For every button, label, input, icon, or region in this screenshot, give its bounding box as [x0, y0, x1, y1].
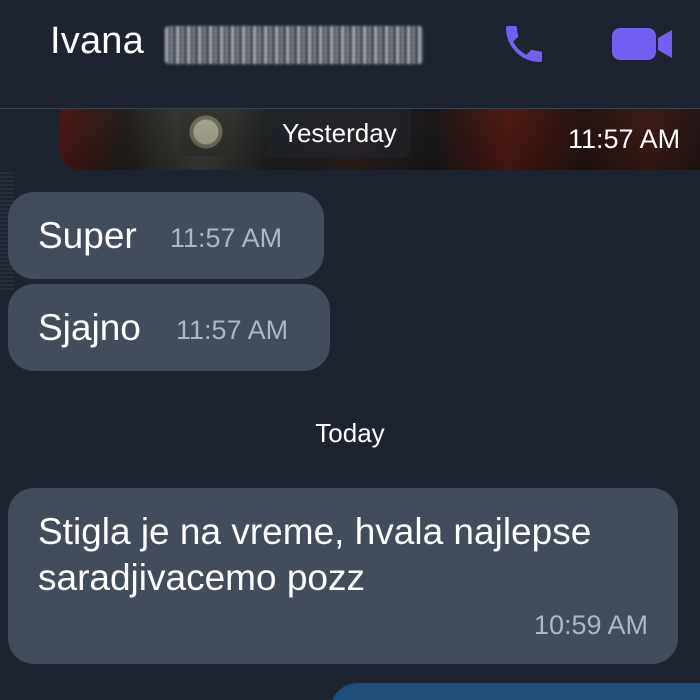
phone-icon[interactable]	[500, 20, 548, 68]
date-separator-yesterday: Yesterday	[268, 108, 411, 158]
chat-header: Ivana	[0, 0, 700, 109]
redacted-contact-surname	[165, 26, 423, 64]
image-timestamp: 11:57 AM	[568, 124, 681, 154]
incoming-message[interactable]: Super 11:57 AM	[8, 192, 324, 279]
message-text: Sjajno	[38, 307, 141, 348]
contact-name[interactable]: Ivana	[50, 20, 144, 63]
message-text: Super	[38, 215, 137, 256]
message-timestamp: 10:59 AM	[533, 610, 648, 640]
video-camera-icon[interactable]	[610, 24, 676, 64]
message-text: Stigla je na vreme, hvala najlepse sarad…	[38, 511, 592, 598]
outgoing-message[interactable]	[330, 683, 700, 700]
message-timestamp: 11:57 AM	[170, 223, 283, 253]
incoming-message[interactable]: Stigla je na vreme, hvala najlepse sarad…	[8, 488, 678, 664]
message-timestamp: 11:57 AM	[176, 315, 289, 345]
incoming-message[interactable]: Sjajno 11:57 AM	[8, 284, 330, 371]
date-separator-today: Today	[315, 418, 385, 448]
chat-screen: Ivana Yesterday 11:57 AM Super 11:57 AM …	[0, 0, 700, 700]
